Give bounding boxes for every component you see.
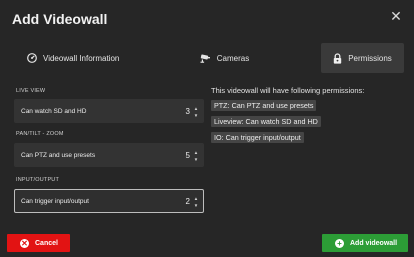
- permissions-summary-heading: This videowall will have following permi…: [211, 86, 365, 95]
- permission-badge: IO: Can trigger input/output: [211, 132, 304, 143]
- input-output-stepper[interactable]: Can trigger input/output 2 ▲ ▼: [14, 189, 204, 213]
- tab-label: Videowall Information: [43, 53, 120, 63]
- stepper-arrows[interactable]: ▲ ▼: [193, 196, 199, 208]
- cancel-button[interactable]: ✕ Cancel: [7, 234, 70, 252]
- chevron-down-icon[interactable]: ▼: [194, 157, 198, 162]
- lock-icon: [333, 52, 342, 64]
- chevron-up-icon[interactable]: ▲: [194, 106, 198, 111]
- dialog-title: Add Videowall: [12, 11, 108, 27]
- chevron-up-icon[interactable]: ▲: [194, 150, 198, 155]
- chevron-up-icon[interactable]: ▲: [194, 196, 198, 201]
- close-icon[interactable]: ✕: [389, 9, 403, 23]
- input-output-value-label: Can trigger input/output: [21, 197, 89, 205]
- tab-bar: Videowall Information Cameras Permission…: [13, 43, 404, 73]
- tab-label: Permissions: [348, 53, 392, 63]
- add-videowall-button-label: Add videowall: [350, 239, 398, 247]
- live-view-level[interactable]: 3: [186, 107, 190, 116]
- permission-badge: Liveview: Can watch SD and HD: [211, 116, 321, 127]
- chevron-down-icon[interactable]: ▼: [194, 113, 198, 118]
- chevron-down-icon[interactable]: ▼: [194, 203, 198, 208]
- permission-badge: PTZ: Can PTZ and use presets: [211, 100, 317, 111]
- tab-label: Cameras: [216, 53, 250, 63]
- close-circle-icon: ✕: [20, 238, 29, 248]
- cancel-button-label: Cancel: [35, 239, 58, 247]
- plus-circle-icon: +: [335, 238, 344, 248]
- input-output-level[interactable]: 2: [186, 197, 190, 206]
- tab-videowall-information[interactable]: Videowall Information: [13, 43, 128, 73]
- pan-tilt-zoom-value-label: Can PTZ and use presets: [21, 151, 96, 159]
- stepper-arrows[interactable]: ▲ ▼: [193, 106, 199, 118]
- add-videowall-button[interactable]: + Add videowall: [322, 234, 408, 252]
- camera-icon: [200, 53, 211, 63]
- live-view-value-label: Can watch SD and HD: [21, 107, 87, 115]
- live-view-stepper[interactable]: Can watch SD and HD 3 ▲ ▼: [14, 99, 204, 123]
- tab-permissions[interactable]: Permissions: [321, 43, 404, 73]
- add-videowall-dialog: Add Videowall ✕ Videowall Information Ca…: [0, 0, 414, 257]
- pan-tilt-zoom-level[interactable]: 5: [186, 151, 190, 160]
- stepper-arrows[interactable]: ▲ ▼: [193, 150, 199, 162]
- pan-tilt-zoom-stepper[interactable]: Can PTZ and use presets 5 ▲ ▼: [14, 143, 204, 167]
- tab-cameras[interactable]: Cameras: [128, 43, 321, 73]
- pan-tilt-zoom-label: PAN/TILT - ZOOM: [16, 131, 64, 137]
- dashboard-icon: [27, 53, 37, 63]
- input-output-label: INPUT/OUTPUT: [16, 177, 60, 183]
- live-view-label: LIVE VIEW: [16, 88, 46, 94]
